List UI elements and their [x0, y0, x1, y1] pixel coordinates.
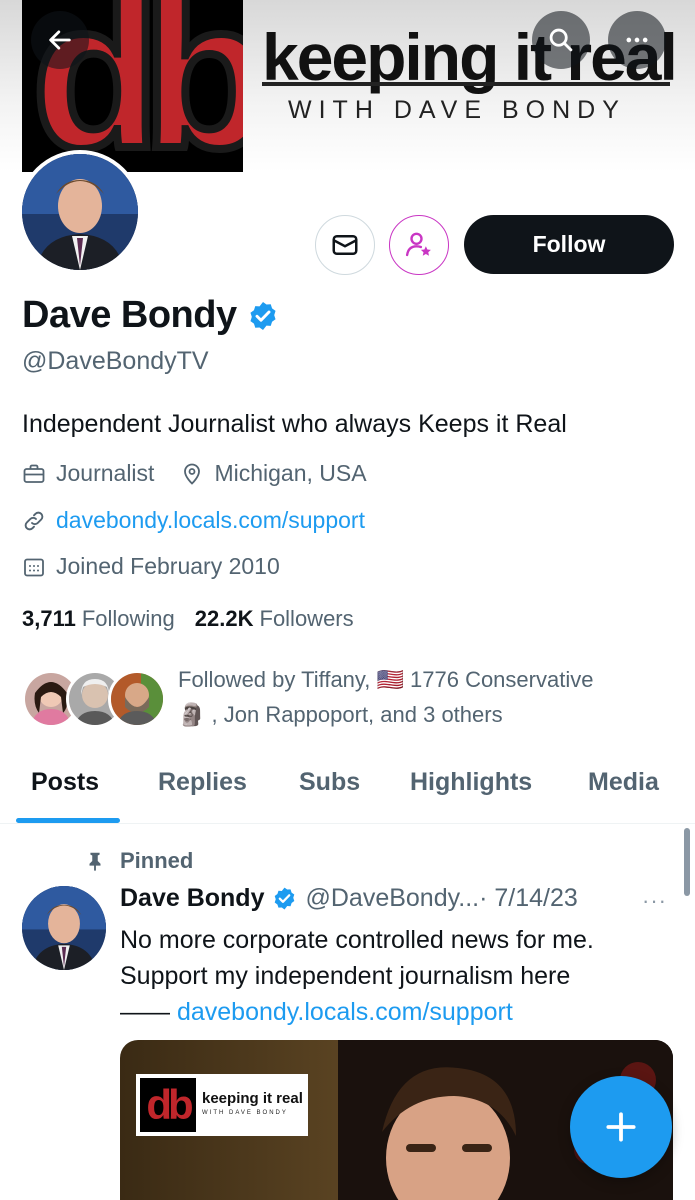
map-pin-icon [184, 463, 201, 485]
scrollbar[interactable] [684, 828, 690, 896]
followers-count: 22.2K [194, 606, 254, 631]
media-logo: db keeping it real WITH DAVE BONDY [136, 1074, 308, 1136]
post-header: Dave Bondy @DaveBondy... · 7/14/23 [120, 884, 578, 913]
calendar-icon [24, 558, 44, 576]
search-button[interactable] [532, 11, 590, 69]
pin-icon [89, 852, 101, 872]
website-row: davebondy.locals.com/support [22, 507, 365, 534]
banner-subtitle: WITH DAVE BONDY [288, 96, 626, 124]
post-author-avatar[interactable] [22, 886, 106, 970]
location-text: Michigan, USA [214, 460, 367, 486]
verified-badge-icon[interactable] [247, 300, 279, 332]
post-link[interactable]: davebondy.locals.com/support [177, 998, 513, 1026]
post-text-line-3: —— davebondy.locals.com/support [120, 994, 680, 1030]
profession-text: Journalist [56, 460, 155, 486]
follower-avatar [108, 670, 166, 728]
post-author-name[interactable]: Dave Bondy [120, 884, 264, 913]
profile-tabs: Posts Replies Subs Highlights Media [0, 752, 695, 824]
media-logo-subtitle: WITH DAVE BONDY [202, 1110, 288, 1116]
profile-handle: @DaveBondyTV [22, 347, 209, 375]
website-link[interactable]: davebondy.locals.com/support [56, 507, 365, 534]
profile-avatar[interactable] [18, 150, 142, 274]
avatar-photo [22, 886, 106, 970]
arrow-left-icon [49, 30, 71, 50]
post-text-line-1: No more corporate controlled news for me… [120, 926, 594, 954]
tab-subs[interactable]: Subs [299, 768, 360, 797]
follow-button[interactable]: Follow [464, 215, 674, 274]
message-button[interactable] [315, 215, 375, 275]
post-author-handle: @DaveBondy... [305, 884, 480, 912]
profile-name-row: Dave Bondy [22, 294, 279, 337]
more-horizontal-icon [626, 37, 648, 43]
verified-badge-icon [275, 887, 295, 910]
profile-banner[interactable]: db keeping it real WITH DAVE BONDY [0, 0, 695, 172]
link-icon [24, 511, 44, 530]
banner-divider [262, 82, 670, 86]
follow-counts: 3,711 Following 22.2K Followers [22, 606, 374, 632]
tab-posts[interactable]: Posts [31, 768, 99, 797]
display-name: Dave Bondy [22, 294, 237, 336]
post-text-prefix: —— [120, 998, 177, 1026]
person-star-icon [405, 232, 431, 257]
post-text: No more corporate controlled news for me… [120, 922, 680, 1030]
pinned-indicator: Pinned [84, 848, 193, 874]
more-options-button[interactable] [608, 11, 666, 69]
joined-row: Joined February 2010 [22, 553, 280, 580]
avatar-photo [22, 154, 138, 270]
media-logo-letters: db [140, 1078, 196, 1132]
post-text-line-2: Support my independent journalism here [120, 962, 571, 990]
pinned-label: Pinned [120, 848, 194, 873]
active-tab-indicator [16, 818, 120, 823]
media-logo-title: keeping it real [202, 1090, 303, 1107]
post-more-button[interactable]: ··· [642, 888, 667, 914]
following-count: 3,711 [22, 606, 76, 631]
followers-label: Followers [259, 606, 354, 631]
profile-meta-row: Journalist Michigan, USA [22, 460, 393, 487]
profession-item: Journalist [22, 460, 154, 487]
search-icon [549, 28, 573, 52]
back-button[interactable] [31, 11, 89, 69]
followers-count-link[interactable]: 22.2K Followers [195, 606, 354, 632]
location-item: Michigan, USA [180, 460, 367, 487]
following-count-link[interactable]: 3,711 Following [22, 606, 175, 632]
post-date[interactable]: · 7/14/23 [479, 884, 578, 913]
profile-bio: Independent Journalist who always Keeps … [22, 410, 567, 438]
plus-icon [606, 1112, 636, 1142]
compose-button[interactable] [570, 1076, 672, 1178]
tab-replies[interactable]: Replies [158, 768, 247, 797]
following-label: Following [81, 606, 175, 631]
followed-by-line-1: Followed by Tiffany, 🇺🇸 1776 Conservativ… [178, 667, 594, 692]
followed-by-line-2: 🗿 , Jon Rappoport, and 3 others [178, 702, 503, 727]
tab-highlights[interactable]: Highlights [410, 768, 532, 797]
tab-media[interactable]: Media [588, 768, 659, 797]
joined-text: Joined February 2010 [56, 553, 280, 579]
envelope-icon [332, 235, 358, 255]
followed-by-text: Followed by Tiffany, 🇺🇸 1776 Conservativ… [178, 662, 668, 732]
briefcase-icon [23, 464, 45, 483]
subscribe-button[interactable] [389, 215, 449, 275]
followed-by-section[interactable]: Followed by Tiffany, 🇺🇸 1776 Conservativ… [22, 662, 682, 742]
